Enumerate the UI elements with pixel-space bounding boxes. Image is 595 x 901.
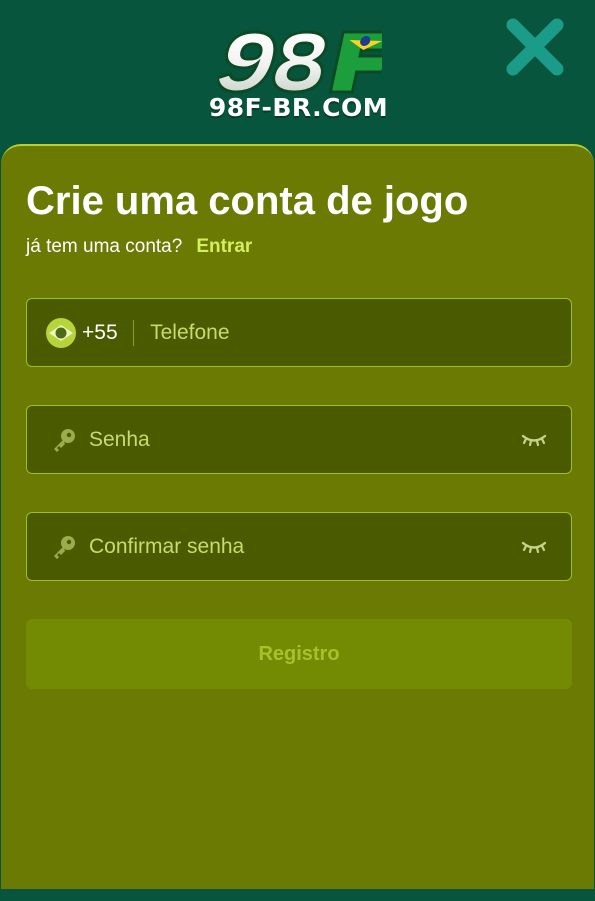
eye-closed-icon[interactable] (521, 431, 547, 449)
app-header: 98F-BR.COM (0, 0, 595, 146)
login-prompt: já tem uma conta? Entrar (26, 235, 252, 259)
register-panel: Crie uma conta de jogo já tem uma conta?… (1, 144, 594, 889)
eye-closed-icon[interactable] (521, 538, 547, 556)
close-icon (506, 18, 564, 76)
logo-domain-text: 98F-BR.COM (208, 93, 389, 122)
confirm-password-input[interactable] (89, 526, 511, 567)
password-input[interactable] (89, 419, 511, 460)
key-icon (54, 535, 75, 559)
key-icon (54, 428, 75, 452)
brazil-flag-icon[interactable] (46, 317, 76, 348)
phone-input[interactable] (150, 312, 571, 353)
logo-mark-icon (218, 30, 382, 94)
page-title: Crie uma conta de jogo (26, 179, 469, 223)
country-code[interactable]: +55 (82, 321, 118, 345)
close-button[interactable] (505, 17, 565, 77)
password-field[interactable] (26, 405, 572, 474)
site-logo: 98F-BR.COM (206, 28, 391, 124)
has-account-text: já tem uma conta? (26, 236, 183, 257)
register-button[interactable]: Registro (26, 619, 572, 689)
confirm-password-field[interactable] (26, 512, 572, 581)
bottom-strip (0, 889, 595, 901)
login-link[interactable]: Entrar (196, 236, 252, 257)
phone-field[interactable]: +55 (26, 298, 572, 367)
field-divider (132, 319, 135, 346)
